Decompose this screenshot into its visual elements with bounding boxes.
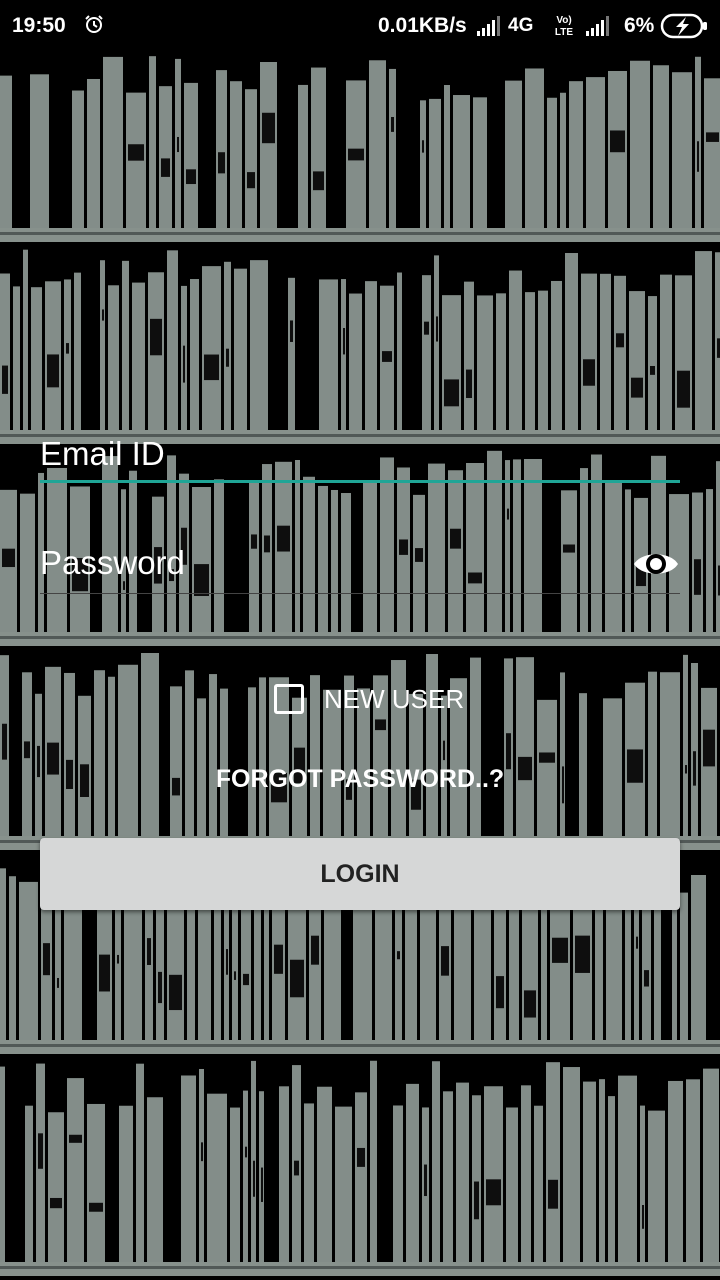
password-input-underline — [40, 593, 680, 594]
login-button[interactable]: LOGIN — [40, 838, 680, 910]
password-input[interactable]: Password — [40, 543, 185, 583]
email-input[interactable]: Email ID — [40, 434, 165, 474]
forgot-password-link[interactable]: FORGOT PASSWORD..? — [0, 762, 720, 796]
email-input-underline — [40, 480, 680, 483]
new-user-checkbox[interactable]: NEW USER — [274, 681, 464, 717]
login-form: Email ID Password NEW USER FORGOT PASSWO… — [0, 0, 720, 1280]
new-user-label: NEW USER — [324, 683, 465, 714]
eye-icon[interactable] — [632, 542, 680, 586]
checkbox-box[interactable] — [274, 684, 304, 714]
